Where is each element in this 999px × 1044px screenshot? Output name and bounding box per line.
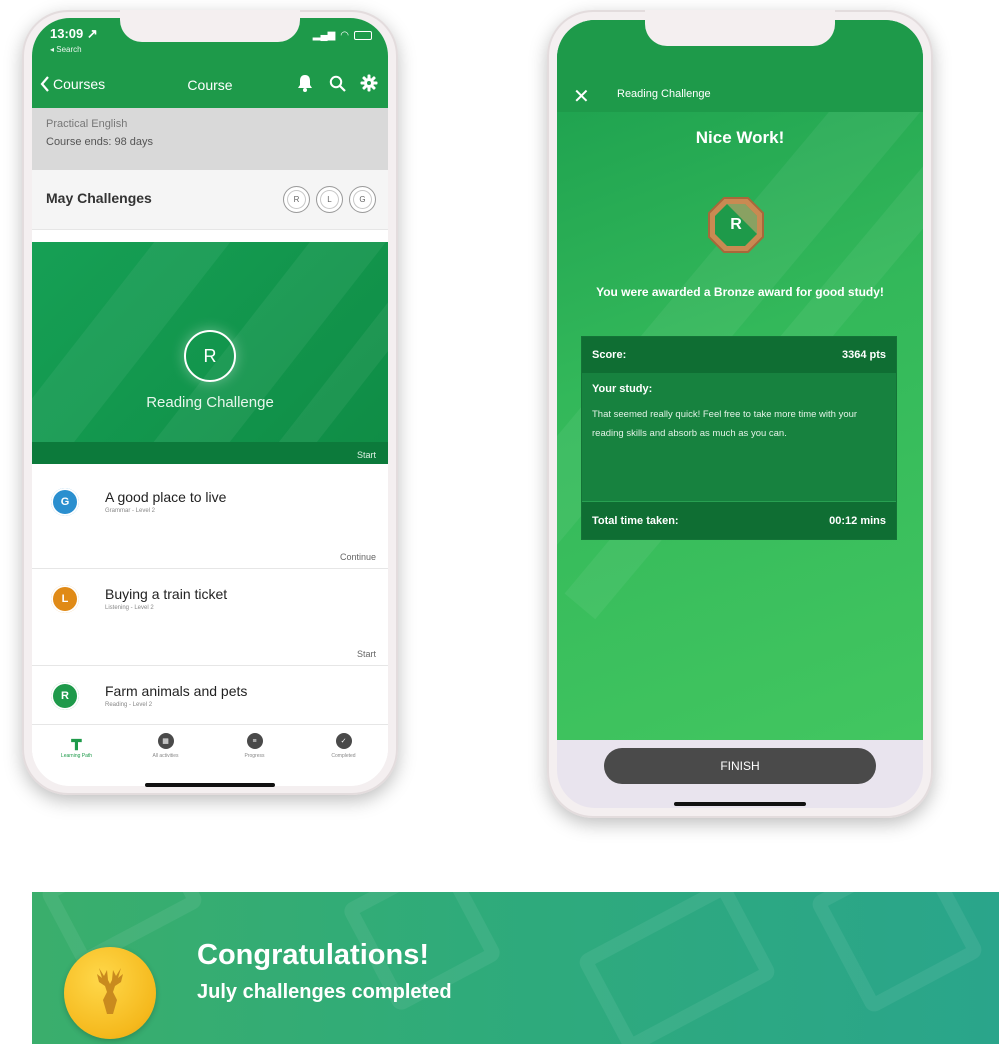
grammar-icon: G [51,488,79,516]
course-ends: Course ends: 98 days [46,136,154,148]
challenges-title: May Challenges [46,190,152,206]
hero-footer [32,442,388,464]
time-value: 00:12 mins [829,514,886,527]
bell-icon[interactable] [296,72,314,94]
reading-challenge-icon: R [184,330,236,382]
listening-icon: L [51,585,79,613]
phone-result: ✕ Reading Challenge Nice Work! R You wer… [547,10,933,818]
reading-challenge-card[interactable]: R Reading Challenge Start [32,242,388,464]
tab-label: All activities [152,753,179,759]
activity-title: A good place to live [105,489,227,505]
phone-notch [120,10,300,42]
back-label: Courses [53,76,106,92]
wifi-icon: ◠ [340,30,349,41]
tab-bar: ┳ Learning Path ▦ All activities ≡ Progr… [32,724,388,786]
signal-icon: ▂▄▆ [312,30,336,41]
signpost-icon: ┳ [71,733,82,750]
phone-notch [645,10,835,46]
banner-subtitle: July challenges completed [197,981,452,1003]
tab-all-activities[interactable]: ▦ All activities [126,733,206,786]
result-screen: ✕ Reading Challenge Nice Work! R You wer… [557,20,923,808]
home-indicator[interactable] [145,783,275,787]
banner-title: Congratulations! [197,939,429,971]
result-summary: Score: 3364 pts Your study: That seemed … [581,336,897,540]
search-icon[interactable] [328,72,346,94]
banner-decoration [576,892,778,1044]
study-label: Your study: [592,383,653,395]
status-back-app[interactable]: ◂ Search [50,45,82,54]
tab-completed[interactable]: ✓ Completed [304,733,384,786]
score-value: 3364 pts [841,349,886,361]
status-time: 13:09 ↗ [50,26,98,41]
score-row: Score: 3364 pts [582,337,896,373]
result-panel: ✕ Reading Challenge Nice Work! R You wer… [557,20,923,740]
tab-learning-path[interactable]: ┳ Learning Path [37,733,117,786]
stag-icon [97,968,123,1014]
activities-icon: ▦ [157,733,174,749]
tab-progress[interactable]: ≡ Progress [215,733,295,786]
tab-label: Completed [331,753,356,759]
result-header-title: Reading Challenge [617,88,711,100]
activity-subtitle: Listening - Level 2 [105,605,154,611]
course-screen: 13:09 ↗ ◂ Search ▂▄▆ ◠ Courses Course Pr… [32,18,388,786]
challenge-badges: R L G [283,186,376,213]
chevron-left-icon [40,76,49,92]
progress-icon: ≡ [246,733,263,749]
hero-title: Reading Challenge [146,394,274,411]
activity-title: Buying a train ticket [105,586,228,602]
nav-bar: Courses Course [32,68,388,104]
result-headline: Nice Work! [695,128,785,147]
back-button[interactable]: Courses [40,76,105,92]
activity-subtitle: Reading - Level 2 [105,702,153,708]
nav-actions [296,72,378,94]
phone-course: 13:09 ↗ ◂ Search ▂▄▆ ◠ Courses Course Pr… [22,10,398,795]
challenge-badge-grammar[interactable]: G [349,186,376,213]
check-icon: ✓ [335,733,352,749]
continue-button[interactable]: Continue [340,552,376,562]
status-icons: ▂▄▆ ◠ [313,30,372,41]
award-message: You were awarded a Bronze award for good… [596,285,884,299]
close-icon[interactable]: ✕ [573,84,590,109]
time-row: Total time taken: 00:12 mins [582,501,896,539]
list-item[interactable]: G A good place to live Grammar - Level 2… [32,472,388,569]
score-label: Score: [592,349,627,361]
course-name: Practical English [46,118,128,130]
gold-medal-icon [64,947,156,1039]
challenges-header: May Challenges R L G [32,170,388,230]
study-feedback: Your study: That seemed really quick! Fe… [582,373,896,501]
reading-icon: R [51,682,79,710]
challenge-badge-listening[interactable]: L [316,186,343,213]
start-button[interactable]: Start [357,649,376,659]
bronze-award-icon: R [707,196,765,254]
badge-letter: R [730,216,742,233]
activity-subtitle: Grammar - Level 2 [105,508,156,514]
list-item[interactable]: L Buying a train ticket Listening - Leve… [32,569,388,666]
banner-decoration [809,892,985,1015]
finish-button[interactable]: FINISH [604,748,876,784]
course-info: Practical English Course ends: 98 days [32,108,388,170]
tab-label: Progress [244,753,265,759]
gear-icon[interactable] [360,72,378,94]
time-label: Total time taken: [592,514,679,527]
congratulations-banner: Congratulations! July challenges complet… [32,892,999,1044]
study-text: That seemed really quick! Feel free to t… [592,409,858,439]
home-indicator[interactable] [674,802,806,806]
activity-list: G A good place to live Grammar - Level 2… [32,472,388,763]
challenge-badge-reading[interactable]: R [283,186,310,213]
tab-label: Learning Path [60,753,93,759]
hero-start-button[interactable]: Start [357,450,376,460]
battery-icon [354,31,372,40]
activity-title: Farm animals and pets [105,683,248,699]
